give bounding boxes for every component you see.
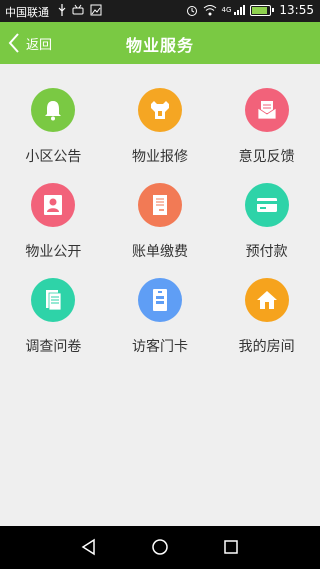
tile-label: 预付款 — [245, 244, 288, 260]
home-icon — [244, 278, 289, 322]
status-time: 13:55 — [279, 3, 314, 17]
mail-feedback-icon — [244, 88, 289, 132]
wrench-icon — [137, 88, 182, 132]
carrier-label: 中国联通 — [5, 6, 49, 19]
tile-label: 访客门卡 — [131, 339, 188, 355]
network-type: 4G — [221, 6, 232, 14]
tile-label: 物业公开 — [25, 244, 82, 260]
tile-prepayment[interactable]: 预付款 — [213, 183, 320, 278]
tile-bill-payment[interactable]: 账单缴费 — [107, 183, 214, 278]
bank-card-icon — [244, 183, 289, 227]
tile-survey[interactable]: 调查问卷 — [0, 278, 107, 373]
service-grid-area: 小区公告 物业报修 意见反馈 物业公开 账单缴费 预付款 调查问卷 访客门卡 我… — [0, 64, 320, 526]
tile-label: 意见反馈 — [238, 149, 295, 165]
battery-icon — [250, 4, 272, 16]
visitor-card-icon — [137, 278, 182, 322]
android-debug-icon — [72, 4, 84, 15]
bell-icon — [31, 88, 76, 132]
square-recents-icon — [224, 540, 238, 554]
tile-property-disclosure[interactable]: 物业公开 — [0, 183, 107, 278]
person-card-icon — [31, 183, 76, 227]
tile-label: 调查问卷 — [25, 339, 82, 355]
signal-icon — [234, 5, 246, 15]
tile-my-room[interactable]: 我的房间 — [213, 278, 320, 373]
status-right: 4G 13:55 — [186, 3, 314, 17]
service-grid: 小区公告 物业报修 意见反馈 物业公开 账单缴费 预付款 调查问卷 访客门卡 我… — [0, 88, 320, 373]
top-bar: 返回 物业服务 — [0, 22, 320, 64]
system-nav-bar — [0, 526, 320, 569]
tile-feedback[interactable]: 意见反馈 — [213, 88, 320, 183]
page-title: 物业服务 — [125, 36, 194, 55]
tile-label: 我的房间 — [238, 339, 295, 355]
alarm-icon — [186, 6, 197, 16]
image-icon — [90, 4, 102, 16]
nav-back-button[interactable] — [78, 536, 100, 558]
tile-property-repair[interactable]: 物业报修 — [107, 88, 214, 183]
tile-label: 物业报修 — [131, 149, 188, 165]
status-bar: 中国联通 4G 13:55 — [0, 0, 320, 22]
usb-icon — [58, 4, 66, 16]
tile-label: 小区公告 — [25, 149, 82, 165]
wifi-icon — [203, 5, 216, 16]
tile-label: 账单缴费 — [131, 244, 188, 260]
circle-home-icon — [152, 539, 168, 555]
tile-visitor-card[interactable]: 访客门卡 — [107, 278, 214, 373]
notification-icons — [58, 4, 102, 16]
nav-home-button[interactable] — [149, 536, 171, 558]
nav-recents-button[interactable] — [220, 536, 242, 558]
bill-icon — [137, 183, 182, 227]
questionnaire-icon — [31, 278, 76, 322]
tile-community-notice[interactable]: 小区公告 — [0, 88, 107, 183]
triangle-back-icon — [81, 538, 95, 556]
